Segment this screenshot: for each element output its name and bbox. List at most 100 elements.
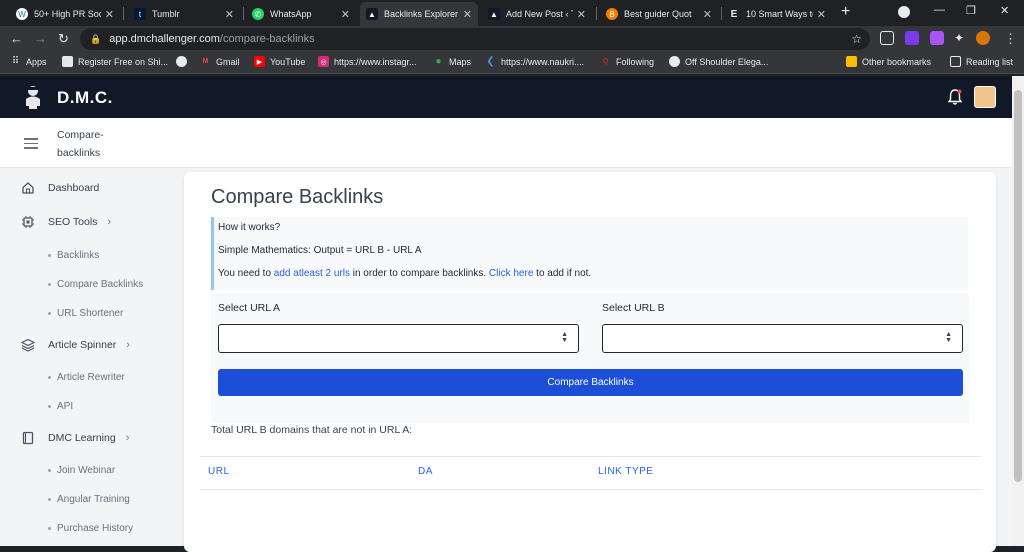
globe-icon <box>669 56 680 67</box>
sidebar-item-dmc-learning[interactable]: DMC Learning › <box>20 430 129 446</box>
browser-tab-bar: W 50+ High PR Social ✕ t Tumblr ✕ ✆ What… <box>0 0 1024 26</box>
gmail-icon: M <box>202 58 209 65</box>
bookmark-youtube[interactable]: ▶ YouTube <box>254 56 305 67</box>
bookmark-maps[interactable]: ● Maps <box>433 56 471 67</box>
naukri-icon: ❮ <box>486 56 495 67</box>
reading-list-icon <box>950 56 961 67</box>
chip-icon <box>20 214 36 230</box>
bookmark-globe[interactable] <box>176 56 192 67</box>
globe-icon <box>176 56 187 67</box>
reading-list[interactable]: Reading list <box>950 56 1013 67</box>
page-title: Compare Backlinks <box>211 186 384 208</box>
tab-whatsapp[interactable]: ✆ WhatsApp ✕ <box>246 2 356 26</box>
address-bar-row: ← → ↻ 🔒 app.dmchallenger.com/compare-bac… <box>0 26 1024 52</box>
extension-download-icon[interactable] <box>930 31 944 45</box>
minimize-icon[interactable]: — <box>934 4 945 16</box>
dmc-logo-icon[interactable] <box>22 84 44 110</box>
new-tab-icon[interactable]: + <box>841 3 850 21</box>
bell-icon[interactable] <box>946 88 964 106</box>
tumblr-icon: t <box>134 8 146 20</box>
youtube-icon: ▶ <box>254 56 265 67</box>
other-bookmarks[interactable]: Other bookmarks <box>846 56 931 67</box>
chevron-right-icon: › <box>126 339 130 351</box>
url-input[interactable]: 🔒 app.dmchallenger.com/compare-backlinks… <box>80 28 870 50</box>
tab-backlinks-explorer[interactable]: ▲ Backlinks Explorer ✕ <box>360 2 478 26</box>
close-window-icon[interactable]: ✕ <box>1000 4 1009 17</box>
menu-icon[interactable]: ⋮ <box>1004 31 1017 47</box>
cast-icon[interactable] <box>880 31 894 45</box>
tab-add-new-post[interactable]: ▲ Add New Post ‹ T ✕ <box>482 2 592 26</box>
forward-icon[interactable]: → <box>34 31 47 46</box>
profile-icon[interactable] <box>976 31 990 45</box>
bookmarks-bar: ⠿ Apps Register Free on Shi... M Gmail ▶… <box>0 52 1024 74</box>
instagram-icon: ◎ <box>318 56 329 67</box>
select-url-b[interactable]: ▲ ▼ <box>602 324 963 353</box>
sidebar-item-url-shortener[interactable]: URL Shortener <box>48 308 123 319</box>
brand-name[interactable]: D.M.C. <box>57 88 113 108</box>
bookmark-apps[interactable]: ⠿ Apps <box>10 56 47 67</box>
sidebar-item-compare-backlinks[interactable]: Compare Backlinks <box>48 279 143 290</box>
layers-icon <box>20 337 36 353</box>
close-icon[interactable]: ✕ <box>577 8 586 21</box>
app-header: D.M.C. <box>0 76 1012 118</box>
quora-icon: Q <box>602 58 609 65</box>
sidebar-item-join-webinar[interactable]: Join Webinar <box>48 465 115 476</box>
sidebar-item-seo-tools[interactable]: SEO Tools › <box>20 214 111 230</box>
wordpress-icon: W <box>16 8 28 20</box>
close-icon[interactable]: ✕ <box>463 8 472 21</box>
close-icon[interactable]: ✕ <box>225 8 234 21</box>
click-here-link[interactable]: Click here <box>489 268 533 279</box>
dmc-icon: ▲ <box>488 8 500 20</box>
table-divider <box>200 489 981 490</box>
compare-backlinks-button[interactable]: Compare Backlinks <box>218 369 963 396</box>
page-icon <box>62 56 73 67</box>
puzzle-icon[interactable]: ✦ <box>954 31 964 45</box>
sidebar-item-purchase-history[interactable]: Purchase History <box>48 523 133 534</box>
sidebar-item-article-spinner[interactable]: Article Spinner › <box>20 337 130 353</box>
star-icon[interactable]: ☆ <box>851 32 862 46</box>
scrollbar-thumb[interactable] <box>1014 90 1022 482</box>
extension-purple-icon[interactable] <box>905 31 919 45</box>
bookmark-instagram[interactable]: ◎ https://www.instagr... <box>318 56 417 67</box>
tab-tumblr[interactable]: t Tumblr ✕ <box>128 2 240 26</box>
tab-best-guider[interactable]: B Best guider Quot ✕ <box>600 2 718 26</box>
tab-50-high-pr[interactable]: W 50+ High PR Social ✕ <box>10 2 120 26</box>
sidebar-item-backlinks[interactable]: Backlinks <box>48 250 99 261</box>
close-icon[interactable]: ✕ <box>105 8 114 21</box>
tab-search-icon[interactable] <box>898 6 910 18</box>
select-url-a[interactable]: ▲ ▼ <box>218 324 579 353</box>
table-header-link-type[interactable]: LINK TYPE <box>598 466 653 477</box>
info-heading: How it works? <box>218 222 281 233</box>
select-url-b-label: Select URL B <box>602 302 665 314</box>
close-icon[interactable]: ✕ <box>817 8 826 21</box>
tab-10-smart-ways[interactable]: E 10 Smart Ways to ✕ <box>722 2 832 26</box>
sidebar-item-api[interactable]: API <box>48 401 73 412</box>
reload-icon[interactable]: ↻ <box>58 31 69 47</box>
chevron-right-icon: › <box>107 216 112 228</box>
close-icon[interactable]: ✕ <box>703 8 712 21</box>
bookmark-naukri[interactable]: ❮ https://www.naukri.... <box>485 56 584 67</box>
e-icon: E <box>730 8 738 20</box>
bookmark-register[interactable]: Register Free on Shi... <box>62 56 168 67</box>
close-icon[interactable]: ✕ <box>341 8 350 21</box>
bookmark-off-shoulder[interactable]: Off Shoulder Elega... <box>669 56 768 67</box>
chevron-right-icon: › <box>125 432 130 444</box>
user-avatar[interactable] <box>974 86 996 108</box>
restore-icon[interactable]: ❐ <box>966 4 976 17</box>
compare-form <box>211 293 969 423</box>
dmc-icon: ▲ <box>366 8 378 20</box>
hamburger-icon[interactable] <box>24 138 38 149</box>
table-header-da[interactable]: DA <box>418 466 433 477</box>
info-need-text: You need to add atleast 2 urls in order … <box>218 268 592 279</box>
sidebar-item-dashboard[interactable]: Dashboard <box>20 180 99 196</box>
breadcrumb: Compare-backlinks <box>57 129 104 159</box>
sidebar-item-angular-training[interactable]: Angular Training <box>48 494 130 505</box>
table-header-url[interactable]: URL <box>208 466 230 477</box>
bookmark-following[interactable]: Q Following <box>600 56 654 67</box>
back-icon[interactable]: ← <box>10 31 23 46</box>
whatsapp-icon: ✆ <box>252 8 264 20</box>
sidebar-item-article-rewriter[interactable]: Article Rewriter <box>48 372 125 383</box>
home-icon <box>20 180 36 196</box>
bookmark-gmail[interactable]: M Gmail <box>200 56 240 67</box>
add-urls-link[interactable]: add atleast 2 urls <box>274 268 350 279</box>
